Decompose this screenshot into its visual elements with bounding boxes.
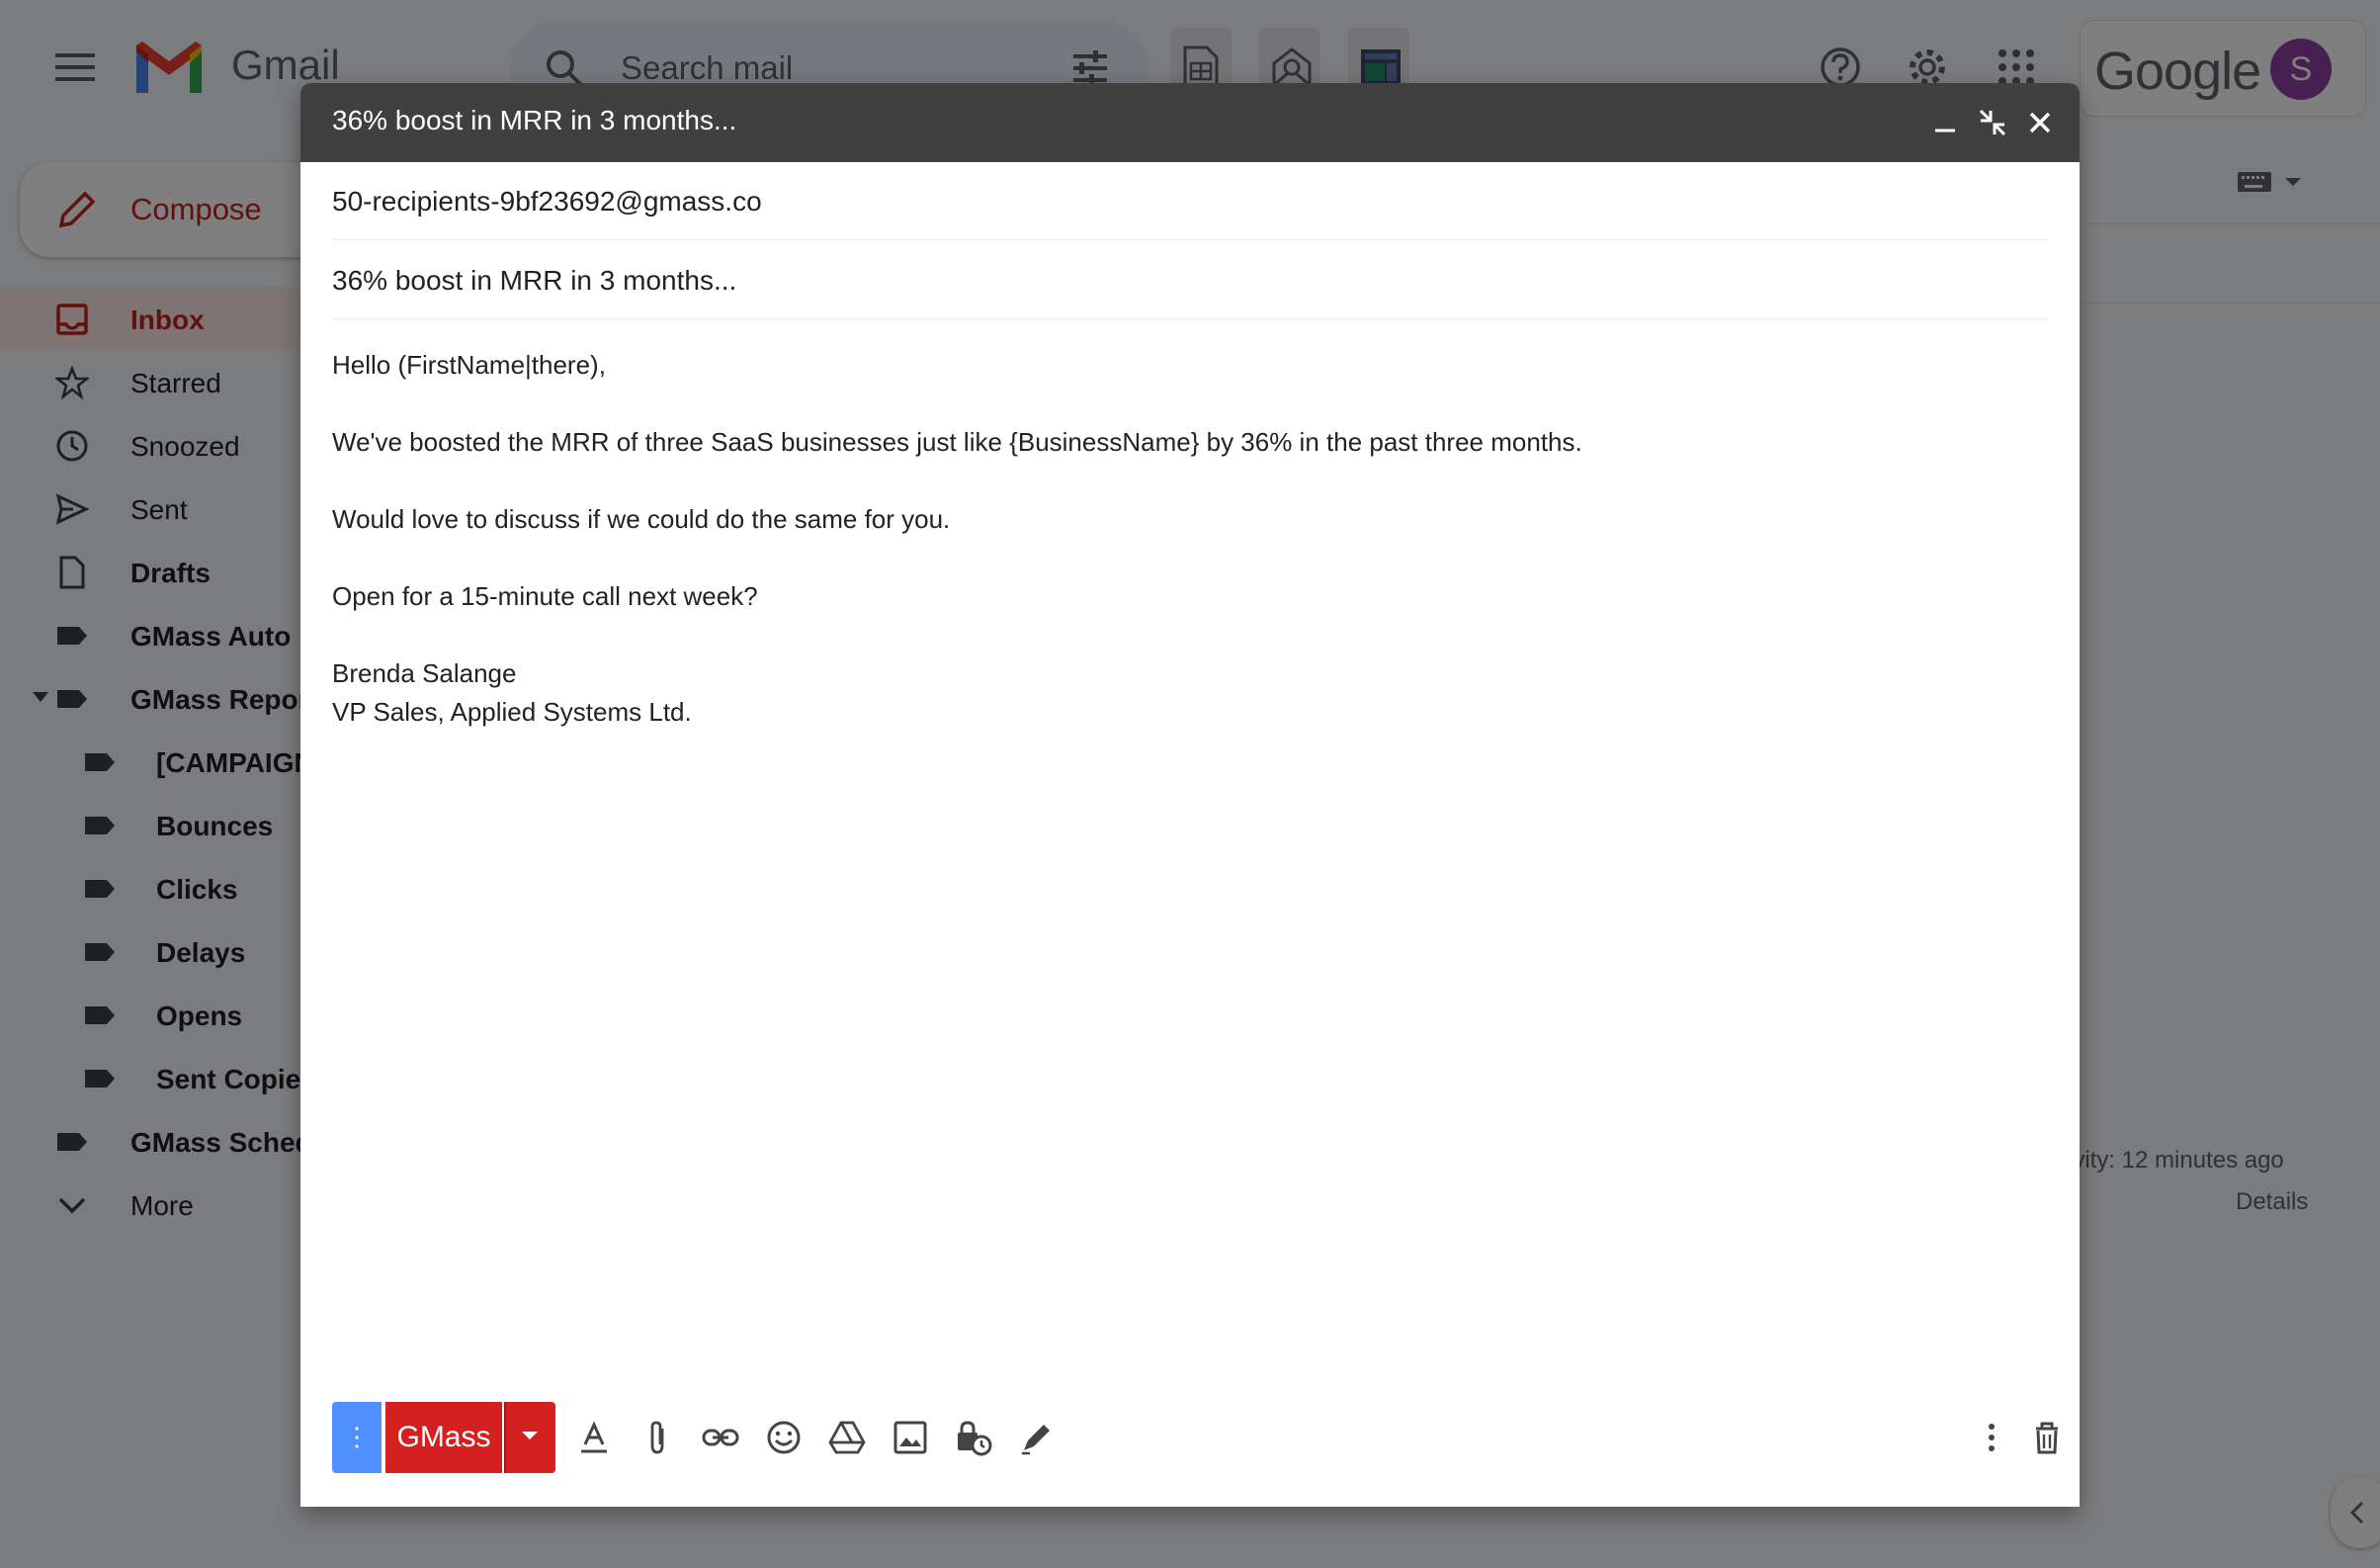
compose-dialog: 36% boost in MRR in 3 months... 50-recip… xyxy=(300,83,2080,1507)
body-line: Would love to discuss if we could do the… xyxy=(332,504,951,534)
text-format-icon[interactable] xyxy=(575,1419,613,1456)
body-greeting: Hello (FirstName|there), xyxy=(332,350,606,380)
caret-down-icon xyxy=(522,1432,538,1439)
gmass-dropdown-button[interactable] xyxy=(504,1402,555,1473)
recipient-address[interactable]: 50-recipients-9bf23692@gmass.co xyxy=(332,186,762,218)
signature-title: VP Sales, Applied Systems Ltd. xyxy=(332,697,692,727)
minimize-icon[interactable] xyxy=(1929,107,1961,138)
close-icon[interactable] xyxy=(2024,107,2056,138)
confidential-mode-icon[interactable] xyxy=(955,1419,992,1456)
delete-trash-icon[interactable] xyxy=(2028,1419,2066,1456)
signature-pen-icon[interactable] xyxy=(1018,1419,1056,1456)
message-body[interactable]: Hello (FirstName|there), We've boosted t… xyxy=(332,346,2048,732)
google-drive-icon[interactable] xyxy=(828,1419,866,1456)
compose-title: 36% boost in MRR in 3 months... xyxy=(332,105,737,135)
emoji-icon[interactable] xyxy=(765,1419,803,1456)
link-icon[interactable] xyxy=(702,1419,739,1456)
signature-name: Brenda Salange xyxy=(332,658,517,688)
compose-header: 36% boost in MRR in 3 months... xyxy=(300,83,2080,162)
exit-fullscreen-icon[interactable] xyxy=(1977,107,2008,138)
recipients-field[interactable]: 50-recipients-9bf23692@gmass.co xyxy=(332,162,2048,240)
gmass-settings-button[interactable]: ⋮ xyxy=(332,1402,382,1473)
body-line: Open for a 15-minute call next week? xyxy=(332,581,758,611)
subject-input[interactable]: 36% boost in MRR in 3 months... xyxy=(332,265,736,297)
gmass-send-button[interactable]: GMass xyxy=(385,1402,502,1473)
subject-field[interactable]: 36% boost in MRR in 3 months... xyxy=(332,241,2048,319)
body-line: We've boosted the MRR of three SaaS busi… xyxy=(332,427,1582,457)
attachment-icon[interactable] xyxy=(638,1419,676,1456)
more-options-icon[interactable] xyxy=(1973,1419,2010,1456)
compose-toolbar: ⋮ GMass xyxy=(300,1402,2080,1477)
insert-photo-icon[interactable] xyxy=(892,1419,929,1456)
